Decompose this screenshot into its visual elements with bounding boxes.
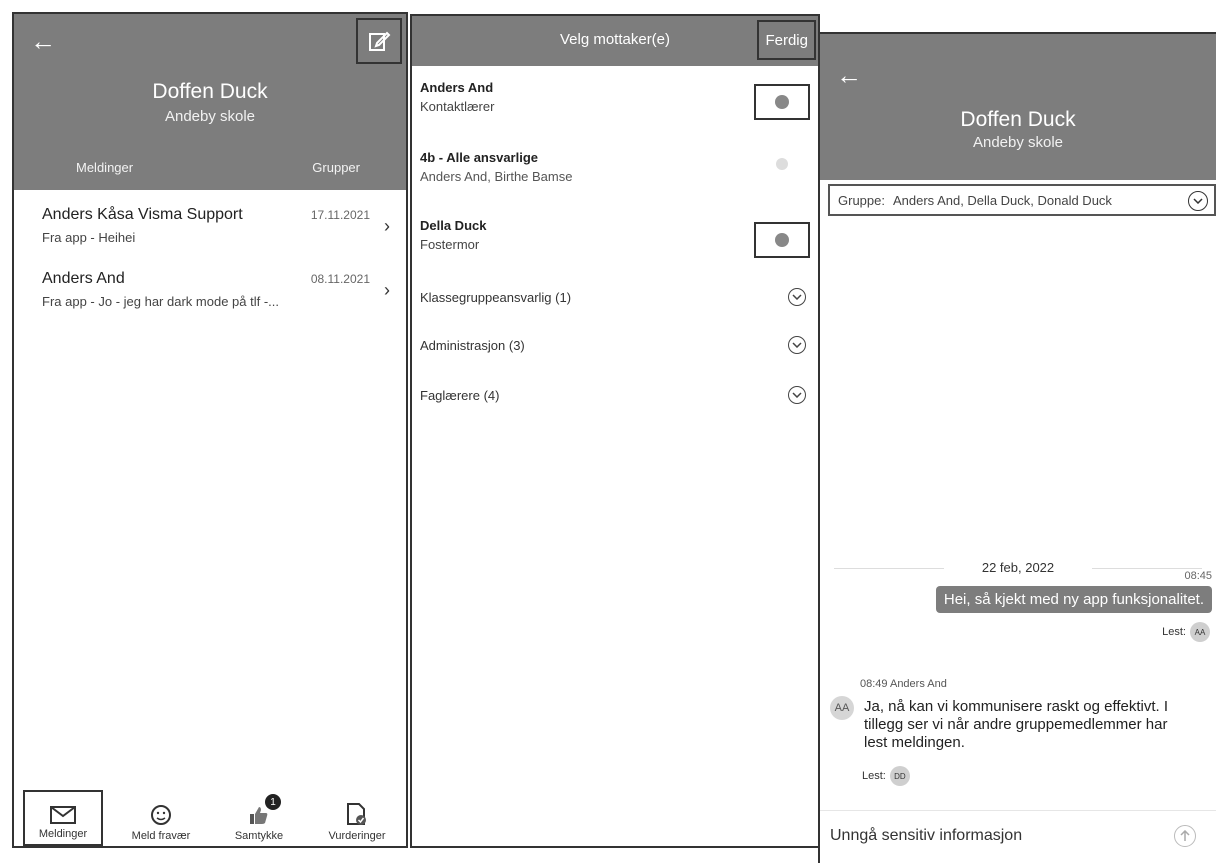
message-time: 08:45 [1184,570,1212,582]
select-checkbox[interactable] [754,84,810,120]
chevron-right-icon: › [384,280,390,300]
avatar: DD [889,766,910,786]
recipient-role: Kontaktlærer [420,99,495,114]
divider [1092,568,1202,569]
select-recipients-screen: Velg mottaker(e) Ferdig Anders And Konta… [410,14,820,848]
read-receipt: Lest: AA [1162,622,1210,642]
unselected-dot-icon[interactable] [776,158,788,170]
avatar: AA [1190,622,1210,642]
chevron-down-icon[interactable] [788,288,806,306]
envelope-icon [50,806,76,824]
nav-vurderinger[interactable]: Vurderinger [317,790,397,846]
back-arrow-icon[interactable]: ← [836,62,862,88]
chevron-right-icon: › [384,216,390,236]
group-members: Anders And, Della Duck, Donald Duck [892,192,1112,208]
profile-name: Doffen Duck [960,108,1076,131]
group-row[interactable]: Klassegruppeansvarlig (1) [420,288,810,306]
arrow-up-icon [1180,830,1190,841]
nav-label: Meldinger [38,828,88,840]
group-row[interactable]: Faglærere (4) [420,386,810,404]
chevron-down-icon[interactable] [1188,191,1208,211]
read-label: Lest: [862,770,886,782]
message-preview: Fra app - Heihei [42,230,136,245]
edit-icon [369,31,391,51]
group-label: Klassegruppeansvarlig (1) [420,290,572,305]
notification-badge: 1 [265,794,281,810]
recipient-members: Anders And, Birthe Bamse [420,169,573,184]
message-sender: Anders And [42,270,125,287]
incoming-message: Ja, nå kan vi kommunisere raskt og effek… [864,698,1169,751]
bottom-navigation: Meldinger Meld fravær 1 Samtykke Vurderi… [14,786,406,846]
select-checkbox[interactable] [754,222,810,258]
message-list-item[interactable]: Anders Kåsa Visma Support Fra app - Heih… [42,206,392,266]
selected-dot-icon [775,233,789,247]
profile-header: ← Doffen Duck Andeby skole [820,34,1216,180]
read-label: Lest: [1162,626,1186,638]
message-list-item[interactable]: Anders And Fra app - Jo - jeg har dark m… [42,270,392,330]
read-receipt: Lest: DD [862,766,910,786]
tab-grupper[interactable]: Grupper [312,160,360,175]
messages-screen: ← Doffen Duck Andeby skole Meldinger Gru… [12,12,408,848]
school-name: Andeby skole [164,108,256,125]
send-button[interactable] [1174,825,1196,847]
recipient-item[interactable]: Della Duck Fostermor [420,218,810,268]
chevron-down-icon[interactable] [788,336,806,354]
nav-meldinger[interactable]: Meldinger [23,790,103,846]
compose-area[interactable]: Unngå sensitiv informasjon [820,810,1216,863]
chevron-down-icon[interactable] [788,386,806,404]
message-sender: Anders Kåsa Visma Support [42,206,243,223]
group-chat-screen: ← Doffen Duck Andeby skole Gruppe: Ander… [818,32,1216,863]
recipient-name: Anders And [420,80,494,95]
recipient-role: Fostermor [420,237,480,252]
nav-label: Meld fravær [131,830,191,842]
group-label: Faglærere (4) [420,388,500,403]
message-date: 08.11.2021 [310,272,370,286]
document-check-icon [347,803,366,825]
top-bar: Velg mottaker(e) Ferdig [412,16,818,66]
outgoing-message-bubble: Hei, så kjekt med ny app funksjonalitet. [935,586,1212,613]
recipient-item[interactable]: 4b - Alle ansvarlige Anders And, Birthe … [420,150,810,190]
avatar: AA [830,696,854,720]
nav-label: Samtykke [234,830,284,842]
nav-meld-fravaer[interactable]: Meld fravær [121,790,201,846]
group-label: Gruppe: [838,192,885,208]
profile-header: ← Doffen Duck Andeby skole Meldinger Gru… [14,14,406,190]
recipient-name: Della Duck [420,218,487,233]
message-date: 17.11.2021 [310,208,370,222]
nav-samtykke[interactable]: 1 Samtykke [219,790,299,846]
tab-meldinger[interactable]: Meldinger [76,160,133,175]
group-row[interactable]: Administrasjon (3) [420,336,810,354]
done-button[interactable]: Ferdig [757,20,816,60]
smiley-icon [151,805,171,825]
message-input[interactable]: Unngå sensitiv informasjon [830,827,1022,845]
back-arrow-icon[interactable]: ← [30,28,56,54]
profile-name: Doffen Duck [152,80,268,103]
nav-label: Vurderinger [328,830,386,842]
message-preview: Fra app - Jo - jeg har dark mode på tlf … [42,294,279,309]
group-label: Administrasjon (3) [420,338,525,353]
date-separator: 22 feb, 2022 [834,558,1202,578]
recipient-item[interactable]: Anders And Kontaktlærer [420,80,810,130]
incoming-meta: 08:49 Anders And [860,678,947,690]
recipient-name: 4b - Alle ansvarlige [420,150,539,165]
school-name: Andeby skole [972,134,1064,151]
compose-button[interactable] [356,18,402,64]
group-selector[interactable]: Gruppe: Anders And, Della Duck, Donald D… [828,184,1216,216]
selected-dot-icon [775,95,789,109]
